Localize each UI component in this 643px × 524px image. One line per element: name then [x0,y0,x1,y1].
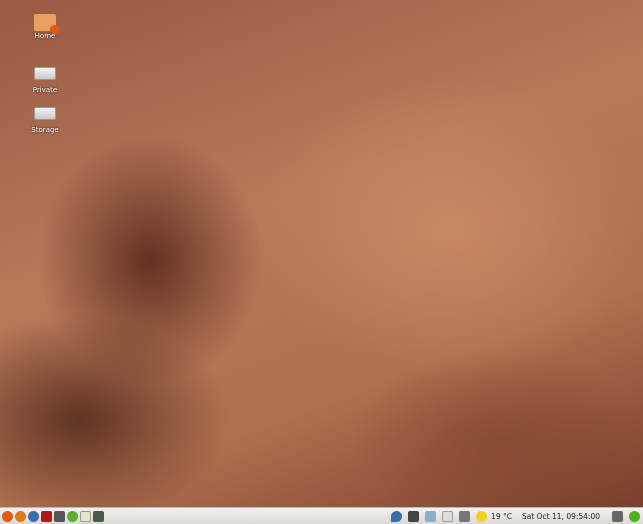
firefox-icon[interactable] [15,510,26,522]
mail-icon[interactable] [442,510,454,522]
user-switcher-icon[interactable] [612,510,623,522]
filezilla-icon[interactable] [41,510,52,522]
desktop: Home Private Storage [0,0,643,507]
clock[interactable]: Sat Oct 11, 09:54:00 [522,512,600,521]
terminal-icon[interactable] [54,510,65,522]
calculator-icon[interactable] [93,510,104,522]
update-icon[interactable] [425,510,437,522]
text-editor-icon[interactable] [80,510,91,522]
desktop-icon-label: Storage [31,126,59,134]
ubuntu-menu-icon[interactable] [2,510,13,522]
sun-weather-icon [476,510,488,522]
volume-icon[interactable] [459,510,471,522]
printer-icon[interactable] [408,510,420,522]
weather-temperature[interactable]: 19 °C [491,512,512,521]
media-player-icon[interactable] [67,510,78,522]
desktop-icon-storage[interactable]: Storage [26,104,64,134]
desktop-icon-label: Home [34,32,56,40]
drive-icon [34,67,56,80]
desktop-icon-label: Private [32,86,58,94]
desktop-icon-private[interactable]: Private [26,64,64,94]
drive-icon [34,107,56,120]
thunderbird-icon[interactable] [28,510,39,522]
desktop-icon-home[interactable]: Home [26,14,64,40]
network-icon[interactable] [391,510,403,522]
status-icon[interactable] [629,510,640,522]
home-folder-icon [34,14,59,34]
bottom-panel: 19 °C Sat Oct 11, 09:54:00 [0,507,643,524]
